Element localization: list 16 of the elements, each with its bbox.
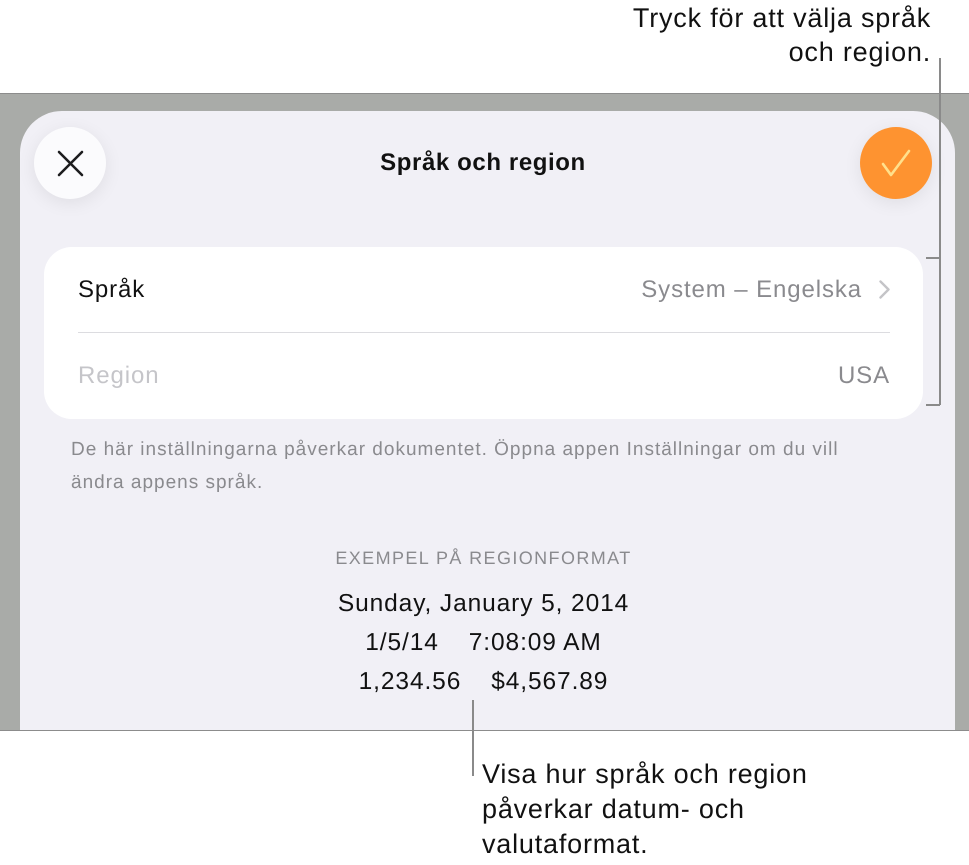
callout-text: Tryck för att välja språk och region.: [632, 2, 931, 69]
section-heading: EXEMPEL PÅ REGIONFORMAT: [334, 547, 633, 570]
format-example: 1/5/14: [365, 628, 439, 658]
format-example: 7:08:09 AM: [468, 628, 602, 658]
format-example: 1,234.56: [358, 667, 462, 697]
setting-value: USA: [838, 362, 890, 390]
footnote-text: De här inställningarna påverkar dokumentet. Öppna appen Inställningar om du vill ändra appens språk.: [71, 438, 840, 495]
close-icon: [56, 150, 84, 176]
callout-text: Visa hur språk och region påverkar datum- och valutaformat.: [482, 758, 809, 861]
chevron-icon: [879, 280, 890, 299]
setting-label[interactable]: Språk: [78, 276, 146, 304]
checkmark-icon: [881, 149, 911, 177]
format-example: $4,567.89: [491, 667, 608, 697]
setting-label: Region: [78, 362, 160, 390]
sheet-title: Språk och region: [380, 149, 586, 177]
format-example: Sunday, January 5, 2014: [338, 589, 630, 619]
